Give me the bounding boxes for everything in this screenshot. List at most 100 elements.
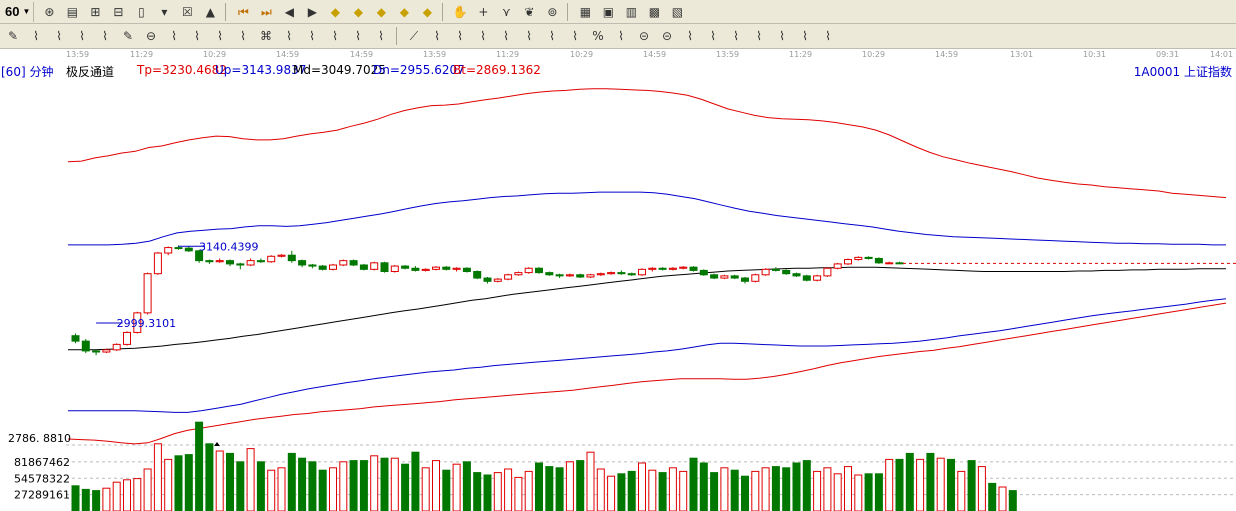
candle[interactable]: [483, 277, 492, 282]
candle[interactable]: [473, 271, 482, 279]
draw-21-icon[interactable]: ⌇: [564, 26, 586, 46]
volume-bar[interactable]: [864, 473, 873, 511]
volume-bar[interactable]: [802, 460, 811, 511]
candle[interactable]: [864, 256, 873, 259]
volume-bar[interactable]: [638, 462, 646, 511]
candle[interactable]: [256, 260, 265, 263]
volume-bar[interactable]: [730, 469, 739, 511]
fan-icon[interactable]: ⟋: [403, 26, 425, 46]
tool-icon-7[interactable]: ☒: [176, 2, 198, 22]
volume-bar[interactable]: [627, 470, 636, 511]
print-icon[interactable]: ▧: [666, 2, 688, 22]
price-chart[interactable]: 3140.4399 2999.3101 2786. 8810 81867462 5457…: [0, 79, 1236, 511]
draw-27-icon[interactable]: ⌇: [725, 26, 747, 46]
candle[interactable]: [226, 260, 234, 265]
candle[interactable]: [565, 274, 574, 277]
volume-bar[interactable]: [432, 460, 440, 511]
volume-bar[interactable]: [998, 486, 1007, 511]
volume-bar[interactable]: [123, 479, 131, 511]
candle[interactable]: [545, 272, 554, 276]
candle[interactable]: [627, 273, 636, 276]
candle[interactable]: [741, 277, 749, 282]
candle[interactable]: [411, 267, 420, 271]
volume-bar[interactable]: [833, 473, 842, 511]
draw-24-icon[interactable]: ⊝: [656, 26, 678, 46]
volume-bar[interactable]: [92, 490, 101, 511]
volume-bar[interactable]: [164, 458, 173, 511]
candle[interactable]: [318, 265, 327, 270]
volume-bar[interactable]: [411, 451, 420, 511]
calculator-icon[interactable]: ▣: [597, 2, 619, 22]
volume-bar[interactable]: [710, 472, 719, 511]
tool-icon-5[interactable]: ▯: [130, 2, 152, 22]
volume-bar[interactable]: [916, 458, 925, 511]
volume-bar[interactable]: [565, 461, 574, 511]
candle[interactable]: [555, 274, 564, 277]
candle[interactable]: [854, 256, 863, 261]
candle[interactable]: [638, 268, 646, 276]
draw-11-icon[interactable]: ⌇: [278, 26, 300, 46]
volume-bar[interactable]: [359, 460, 368, 511]
draw-2-icon[interactable]: ⌇: [48, 26, 70, 46]
draw-20-icon[interactable]: ⌇: [541, 26, 563, 46]
draw-22-icon[interactable]: ⌇: [610, 26, 632, 46]
volume-bar[interactable]: [112, 481, 121, 511]
move-left-icon[interactable]: ◀: [278, 2, 300, 22]
volume-bar[interactable]: [823, 467, 832, 511]
volume-bar[interactable]: [545, 466, 554, 511]
candle[interactable]: [123, 331, 131, 345]
tool-icon-4[interactable]: ⊟: [107, 2, 129, 22]
volume-bar[interactable]: [370, 455, 379, 511]
volume-bar[interactable]: [947, 458, 955, 511]
candle[interactable]: [689, 266, 698, 271]
candle[interactable]: [246, 260, 255, 266]
candle[interactable]: [71, 335, 80, 342]
candle[interactable]: [236, 263, 245, 266]
volume-bar[interactable]: [473, 472, 482, 511]
stock-icon[interactable]: ❦: [518, 2, 540, 22]
indicator-icon[interactable]: ⋎: [495, 2, 517, 22]
draw-18-icon[interactable]: ⌇: [495, 26, 517, 46]
draw-1-icon[interactable]: ⌇: [25, 26, 47, 46]
tool-icon-2[interactable]: ▤: [61, 2, 83, 22]
candle[interactable]: [617, 272, 626, 275]
move-right-icon[interactable]: ▶: [301, 2, 323, 22]
volume-bar[interactable]: [256, 461, 265, 511]
volume-bar[interactable]: [658, 472, 667, 511]
candle[interactable]: [535, 267, 543, 274]
volume-bar[interactable]: [267, 469, 276, 511]
notes-icon[interactable]: ▥: [620, 2, 642, 22]
volume-bar[interactable]: [885, 458, 894, 511]
candle[interactable]: [576, 274, 585, 278]
volume-bar[interactable]: [390, 457, 399, 511]
candle[interactable]: [205, 260, 214, 263]
network-icon[interactable]: ⊚: [541, 2, 563, 22]
volume-bar[interactable]: [874, 473, 883, 511]
fib-icon[interactable]: ⌇: [370, 26, 392, 46]
candle[interactable]: [844, 259, 852, 265]
volume-bar[interactable]: [184, 454, 193, 511]
volume-bar[interactable]: [854, 474, 863, 511]
draw-30-icon[interactable]: ⌇: [794, 26, 816, 46]
volume-bar[interactable]: [1008, 490, 1017, 511]
volume-bar[interactable]: [329, 467, 337, 511]
tool-icon-6[interactable]: ▾: [153, 2, 175, 22]
candle[interactable]: [524, 267, 533, 274]
volume-bar[interactable]: [102, 487, 111, 511]
candle[interactable]: [442, 266, 451, 270]
candle[interactable]: [833, 263, 842, 269]
candle[interactable]: [164, 247, 173, 254]
candle[interactable]: [349, 260, 358, 266]
candle[interactable]: [370, 262, 379, 270]
candle[interactable]: [792, 273, 801, 277]
draw-12-icon[interactable]: ⌇: [301, 26, 323, 46]
draw-26-icon[interactable]: ⌇: [702, 26, 724, 46]
volume-bar[interactable]: [617, 473, 626, 511]
volume-bar[interactable]: [421, 467, 430, 511]
candle[interactable]: [339, 260, 348, 266]
volume-bar[interactable]: [298, 457, 307, 511]
volume-bar[interactable]: [504, 468, 513, 511]
volume-bar[interactable]: [524, 470, 533, 511]
draw-8-icon[interactable]: ⌇: [209, 26, 231, 46]
draw-10-icon[interactable]: ⌘: [255, 26, 277, 46]
